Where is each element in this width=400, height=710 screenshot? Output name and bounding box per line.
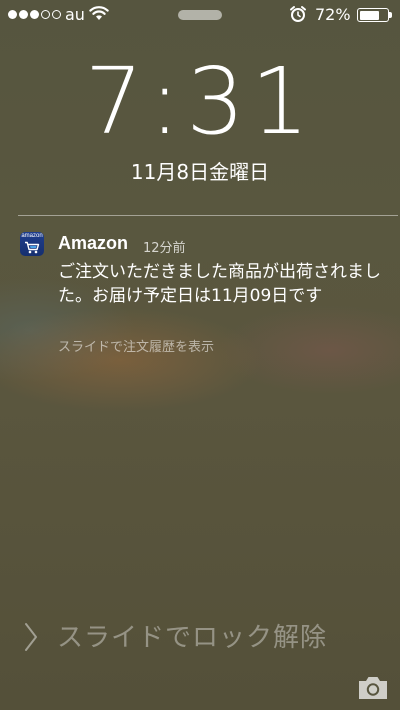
signal-dot xyxy=(19,10,28,19)
amazon-cart-icon: amazon xyxy=(20,232,44,256)
chevron-right-icon xyxy=(24,622,38,656)
notification-message: ご注文いただきました商品が出荷されました。お届け予定日は11月09日です xyxy=(58,262,381,306)
notification-action-hint: スライドで注文履歴を表示 xyxy=(58,340,215,355)
signal-dot xyxy=(41,10,50,19)
notification-time: 12分前 xyxy=(143,241,186,256)
battery-level-fill xyxy=(359,10,379,20)
camera-icon[interactable] xyxy=(356,674,390,706)
slide-to-unlock-label[interactable]: スライドでロック解除 xyxy=(57,617,327,654)
battery-tip xyxy=(389,12,392,18)
notification-app-name: Amazon xyxy=(58,233,129,253)
signal-dot xyxy=(52,10,61,19)
lock-screen-time: 7:31 xyxy=(84,48,316,155)
battery-icon xyxy=(357,8,389,22)
amazon-notification[interactable]: amazon Amazon 12分前 ご注文いただきました商品が出荷されました。… xyxy=(0,230,400,360)
carrier-name: au xyxy=(65,5,85,24)
app-icon-brand-text: amazon xyxy=(21,233,43,239)
notification-center-grabber[interactable] xyxy=(178,10,222,20)
lock-screen-date: 11月8日金曜日 xyxy=(130,160,270,184)
alarm-clock-icon xyxy=(289,5,307,27)
signal-dot xyxy=(30,10,39,19)
signal-strength-indicator xyxy=(8,10,61,19)
signal-dot xyxy=(8,10,17,19)
battery-percentage: 72% xyxy=(315,5,351,24)
divider xyxy=(18,215,398,216)
wifi-icon xyxy=(89,5,109,25)
status-bar: au 72% xyxy=(0,0,400,32)
